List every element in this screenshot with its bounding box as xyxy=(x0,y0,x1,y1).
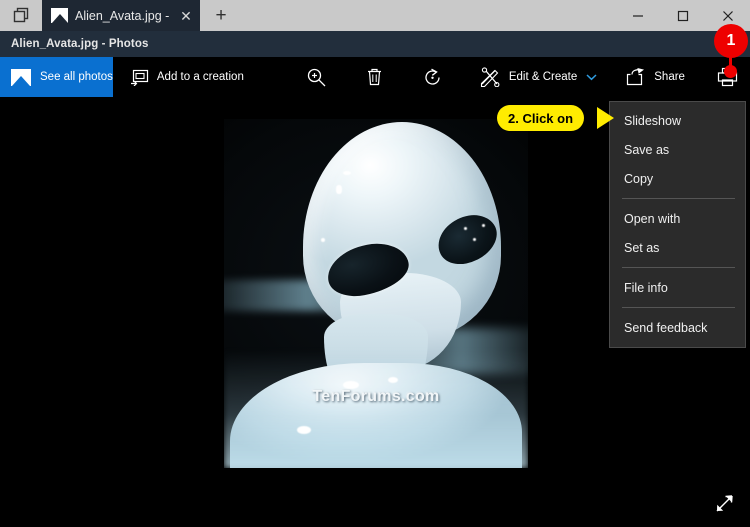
menu-separator-3 xyxy=(622,307,735,308)
photo-watermark: TenForums.com xyxy=(312,387,440,405)
menu-separator-2 xyxy=(622,267,735,268)
menu-separator-1 xyxy=(622,198,735,199)
zoom-in-icon xyxy=(306,67,327,88)
chevron-down-icon xyxy=(586,73,597,81)
share-icon xyxy=(626,68,646,86)
step-1-marker-dot xyxy=(724,65,737,78)
menu-item-send-feedback[interactable]: Send feedback xyxy=(610,313,745,342)
titlebar-drag-area xyxy=(242,0,615,31)
add-to-creation-label: Add to a creation xyxy=(156,71,244,83)
head-glint-3 xyxy=(321,237,326,242)
tab-title: Alien_Avata.jpg - Photo xyxy=(75,8,171,23)
step-1-marker: 1 xyxy=(714,24,748,58)
photo-collection-icon xyxy=(11,68,31,86)
rotate-icon xyxy=(422,67,443,88)
edit-and-create-label: Edit & Create xyxy=(508,71,578,83)
photos-app-window: Alien_Avata.jpg - Photo ✕ + Alien_Avata.… xyxy=(0,0,750,527)
photo-glow-bottom xyxy=(224,349,528,468)
minimize-button[interactable] xyxy=(615,0,660,31)
photo-thumbnail-icon xyxy=(51,8,68,23)
browser-tab-active[interactable]: Alien_Avata.jpg - Photo ✕ xyxy=(42,0,200,31)
add-to-creation-icon xyxy=(130,69,149,86)
see-all-photos-label: See all photos xyxy=(40,71,113,83)
menu-item-slideshow[interactable]: Slideshow xyxy=(610,106,745,135)
page-title: Alien_Avata.jpg - Photos xyxy=(11,38,149,50)
add-to-creation-button[interactable]: Add to a creation xyxy=(130,57,244,97)
fullscreen-button[interactable] xyxy=(708,487,740,519)
close-icon[interactable]: ✕ xyxy=(178,9,194,23)
app-header-bar: Alien_Avata.jpg - Photos xyxy=(0,31,750,57)
share-label: Share xyxy=(654,71,685,83)
maximize-button[interactable] xyxy=(660,0,705,31)
fullscreen-icon xyxy=(714,493,735,514)
menu-item-set-as[interactable]: Set as xyxy=(610,233,745,262)
menu-item-save-as[interactable]: Save as xyxy=(610,135,745,164)
edit-create-icon xyxy=(480,67,501,87)
menu-item-copy[interactable]: Copy xyxy=(610,164,745,193)
new-tab-button[interactable]: + xyxy=(200,0,242,31)
delete-icon xyxy=(366,67,383,87)
alien-photo[interactable]: TenForums.com xyxy=(224,119,528,468)
menu-item-open-with[interactable]: Open with xyxy=(610,204,745,233)
share-button[interactable]: Share xyxy=(626,57,685,97)
callout-pointer xyxy=(597,107,614,129)
rotate-button[interactable] xyxy=(422,57,443,97)
edit-and-create-button[interactable]: Edit & Create xyxy=(480,57,597,97)
sets-tabs-icon[interactable] xyxy=(0,0,42,31)
command-bar: See all photos Add to a creation Edit & … xyxy=(0,57,750,97)
title-bar: Alien_Avata.jpg - Photo ✕ + xyxy=(0,0,750,31)
delete-button[interactable] xyxy=(366,57,383,97)
see-all-photos-button[interactable]: See all photos xyxy=(0,57,113,97)
eye-glint-2 xyxy=(473,237,477,241)
zoom-in-button[interactable] xyxy=(306,57,327,97)
step-2-callout: 2. Click on xyxy=(497,105,585,131)
more-options-menu: Slideshow Save as Copy Open with Set as … xyxy=(609,101,746,348)
menu-item-file-info[interactable]: File info xyxy=(610,273,745,302)
